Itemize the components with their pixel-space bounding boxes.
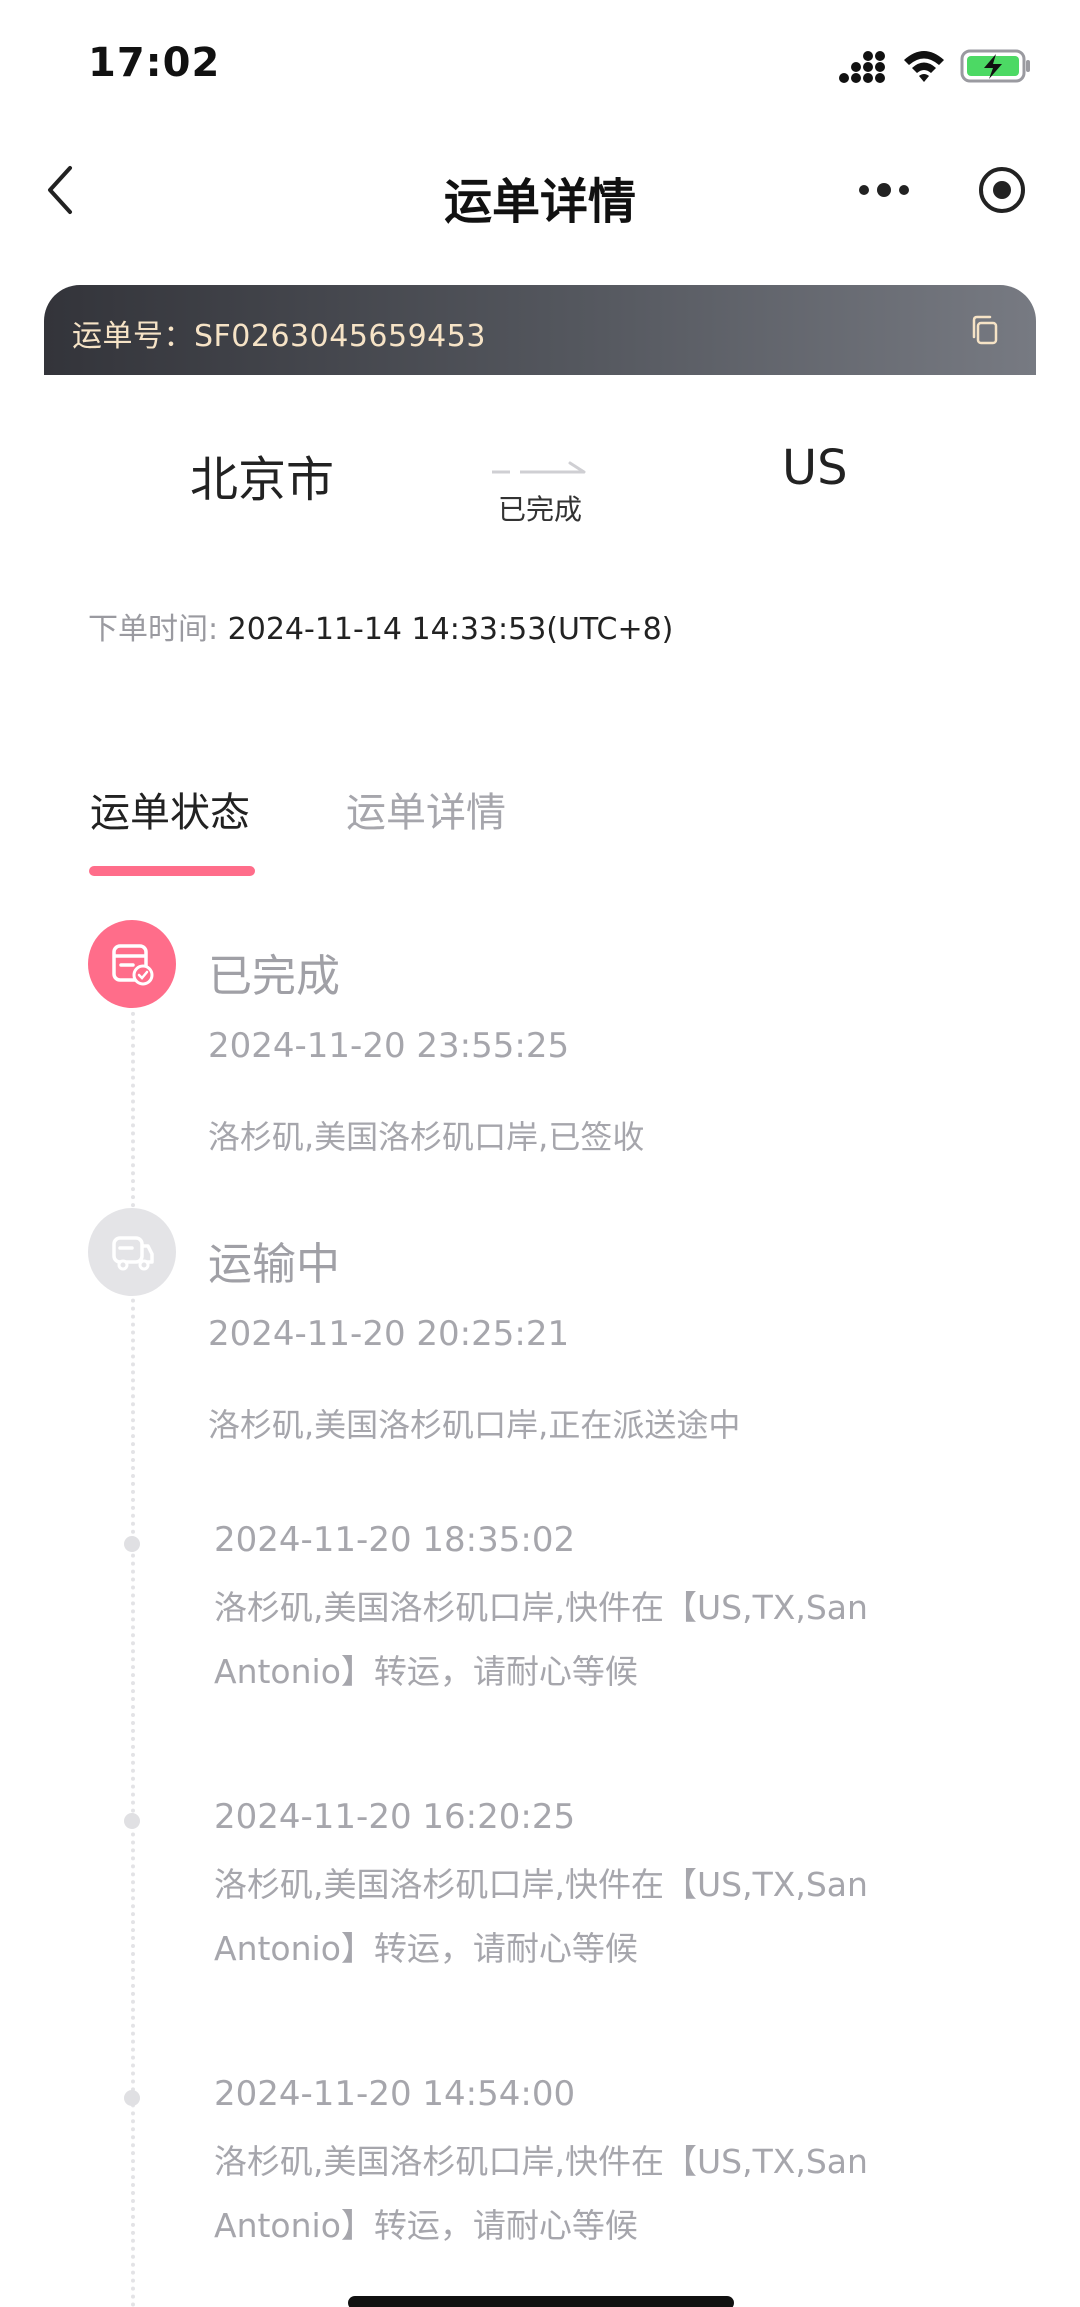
home-indicator [348, 2296, 734, 2307]
bill-check-icon [88, 920, 176, 1008]
more-dots-icon[interactable] [856, 170, 912, 210]
status-bar: 17:02 [0, 0, 1080, 130]
timeline-sub-time: 2024-11-20 18:35:02 [214, 1520, 576, 1560]
timeline-sub-desc: 洛杉矶,美国洛杉矶口岸,快件在【US,TX,San Antonio】转运，请耐心… [214, 1588, 868, 1691]
cellular-signal-icon [839, 51, 885, 83]
timeline-dot [124, 1536, 140, 1552]
timeline-title: 运输中 [208, 1239, 340, 1290]
route-status: 已完成 [497, 493, 582, 526]
record-target-icon[interactable] [976, 164, 1028, 216]
route-summary: 北京市 已完成 US [0, 420, 1080, 540]
battery-charging-icon [960, 49, 1030, 83]
status-time: 17:02 [88, 40, 221, 86]
copy-icon[interactable] [968, 313, 1002, 347]
tracking-timeline: 已完成 2024-11-20 23:55:25 洛杉矶,美国洛杉矶口岸,已签收 … [0, 920, 1080, 2307]
waybill-number: 运单号：SF0263045659453 [72, 319, 486, 354]
destination-city: US [782, 440, 848, 496]
tab-bar: 运单状态 运单详情 [0, 770, 1080, 880]
timeline-sub-time: 2024-11-20 14:54:00 [214, 2074, 576, 2114]
tab-waybill-status[interactable]: 运单状态 [90, 780, 250, 838]
timeline-desc: 洛杉矶,美国洛杉矶口岸,已签收 [208, 1118, 645, 1156]
timeline-sub-time: 2024-11-20 16:20:25 [214, 1797, 576, 1837]
timeline-sub-desc: 洛杉矶,美国洛杉矶口岸,快件在【US,TX,San Antonio】转运，请耐心… [214, 2142, 868, 2245]
tab-waybill-detail[interactable]: 运单详情 [346, 780, 506, 838]
timeline-sub-desc: 洛杉矶,美国洛杉矶口岸,快件在【US,TX,San Antonio】转运，请耐心… [214, 1865, 868, 1968]
route-arrow-icon [492, 461, 586, 474]
order-time: 下单时间: 2024-11-14 14:33:53(UTC+8) [88, 604, 673, 648]
origin-city: 北京市 [190, 452, 335, 508]
timeline-title: 已完成 [208, 951, 340, 1002]
waybill-detail-page: 17:02 运单详情 运单号：SF0263045659453 北京市 已完成 U… [0, 0, 1080, 2307]
timeline-desc: 洛杉矶,美国洛杉矶口岸,正在派送途中 [208, 1406, 741, 1444]
page-title: 运单详情 [443, 174, 636, 230]
waybill-number-banner: 运单号：SF0263045659453 [44, 285, 1036, 375]
nav-bar: 运单详情 [0, 140, 1080, 240]
active-tab-indicator [89, 866, 255, 876]
timeline-dot [124, 2090, 140, 2106]
timeline-time: 2024-11-20 23:55:25 [208, 1026, 570, 1066]
truck-icon [88, 1208, 176, 1296]
timeline-line [131, 980, 135, 2307]
timeline-time: 2024-11-20 20:25:21 [208, 1314, 570, 1354]
wifi-icon [904, 51, 944, 82]
order-time-label: 下单时间: [88, 612, 219, 647]
timeline-dot [124, 1813, 140, 1829]
order-time-value: 2024-11-14 14:33:53(UTC+8) [227, 612, 674, 647]
